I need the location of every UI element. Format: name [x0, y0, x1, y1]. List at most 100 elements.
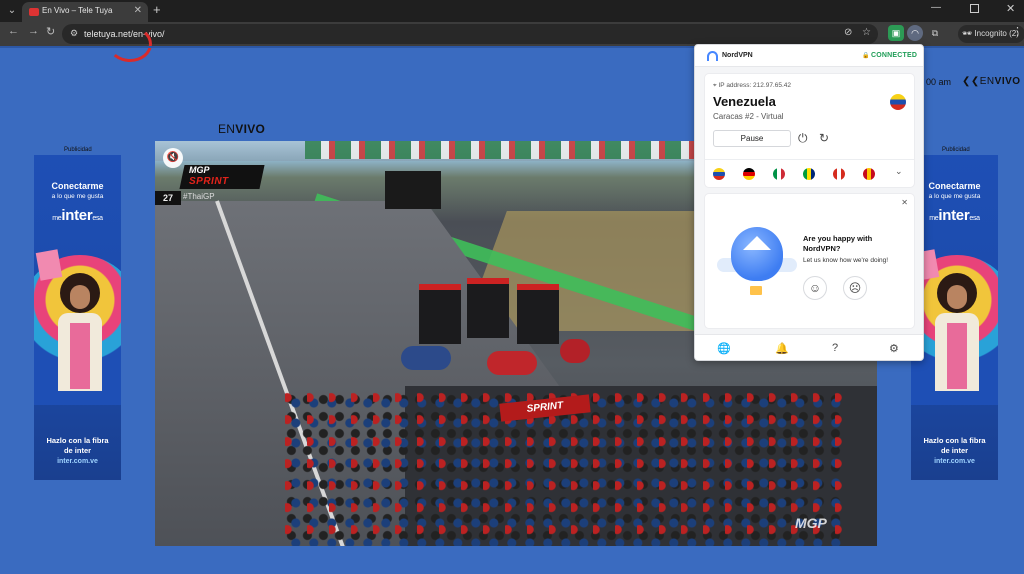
sad-face-icon[interactable]: ☹	[843, 276, 867, 300]
site-info-icon[interactable]: ⚙	[70, 28, 78, 39]
motogp-overlay-logo: MGP	[189, 165, 210, 175]
settings-icon[interactable]: ⚙	[889, 342, 899, 355]
mountain-illustration	[743, 236, 771, 250]
ad-brand-suffix: esa	[969, 215, 980, 222]
ad-brand: meinteresa	[34, 207, 121, 224]
tab-search-icon[interactable]: ⌄	[4, 3, 20, 19]
incognito-icon: 🕶	[962, 29, 973, 38]
window-maximize-icon[interactable]	[970, 4, 979, 13]
ad-note-graphic	[35, 249, 63, 281]
ad-subline: a lo que me gusta	[928, 193, 981, 200]
ad-person-shirt	[947, 323, 967, 389]
ad-caption-left: Publicidad	[64, 147, 92, 153]
ad-headline: Conectarme	[928, 181, 981, 191]
ad-brand-prefix: me	[52, 215, 62, 222]
tab-title: En Vivo – Tele Tuya	[42, 6, 113, 15]
ip-address: ⌖ IP address: 212.97.65.42	[713, 82, 791, 90]
browser-toolbar: ← → ↻ ⚙ teletuya.net/en-vivo/ ⊘ ☆ ▣ ◠ ⧉ …	[0, 22, 1024, 46]
close-icon[interactable]: ✕	[901, 198, 908, 207]
chevron-left-icon: ❮❮	[962, 76, 980, 87]
ad-brand: meinteresa	[911, 207, 998, 224]
ad-cta-line1: Hazlo con la fibra	[923, 436, 986, 445]
connected-server: Caracas #2 - Virtual	[713, 112, 784, 121]
video-scene-bike	[560, 339, 590, 363]
ad-cta-line2: de inter	[63, 446, 92, 455]
card-divider	[705, 159, 914, 160]
nordvpn-brand: NordVPN	[722, 52, 753, 59]
flag-brazil-icon[interactable]	[803, 168, 815, 180]
star-icon[interactable]: ☆	[862, 27, 871, 38]
connected-country: Venezuela	[713, 94, 776, 109]
flag-italy-icon[interactable]	[773, 168, 785, 180]
feedback-subtext: Let us know how we're doing!	[803, 257, 889, 264]
video-scene-podium	[517, 284, 559, 344]
window-close-icon[interactable]: ✕	[1006, 2, 1015, 15]
nav-active-indicator	[713, 360, 733, 361]
ad-brand-prefix: me	[929, 215, 939, 222]
flag-canada-icon[interactable]	[833, 168, 845, 180]
address-bar[interactable]: ⚙ teletuya.net/en-vivo/ ⊘ ☆	[62, 24, 878, 44]
video-scene-start-lights	[385, 171, 441, 209]
lock-icon: 🔒	[862, 53, 870, 59]
ad-subline: a lo que me gusta	[51, 193, 104, 200]
ad-banner-left[interactable]: Conectarme a lo que me gusta meinteresa …	[34, 155, 121, 480]
chevron-down-icon[interactable]: ⌄	[895, 166, 903, 177]
envivo-prefix: EN	[979, 76, 995, 87]
ad-brand-main: inter	[938, 207, 970, 224]
ad-cta-url[interactable]: inter.com.ve	[34, 458, 121, 465]
video-scene-bike	[401, 346, 451, 370]
tab-strip: ⌄ En Vivo – Tele Tuya ✕ + — ✕	[0, 0, 1024, 22]
site-logo[interactable]	[108, 26, 152, 62]
help-icon[interactable]: ?	[832, 342, 838, 354]
forward-icon[interactable]: →	[28, 25, 39, 37]
ad-headline: Conectarme	[51, 181, 104, 191]
ad-cta-line2: de inter	[940, 446, 969, 455]
mute-icon[interactable]: 🔇	[163, 148, 183, 168]
ad-cta-line1: Hazlo con la fibra	[46, 436, 109, 445]
ad-person-shirt	[70, 323, 90, 389]
tab-favicon-icon	[29, 8, 39, 16]
ad-brand-suffix: esa	[92, 215, 103, 222]
venezuela-flag-icon	[890, 94, 906, 110]
overlay-hashtag: #ThaiGP	[183, 192, 215, 201]
kebab-icon[interactable]: ⋮	[1012, 25, 1023, 38]
globe-icon[interactable]: 🌐	[717, 342, 731, 355]
tab-close-icon[interactable]: ✕	[134, 5, 142, 16]
connection-card: ⌖ IP address: 212.97.65.42 Venezuela Car…	[704, 73, 915, 188]
envivo-bold: VIVO	[994, 76, 1021, 87]
new-tab-icon[interactable]: +	[153, 2, 161, 17]
location-pin-icon: ⌖	[713, 82, 717, 89]
envivo-header-logo[interactable]: ❮❮ENVIVO	[962, 76, 1021, 87]
basket-illustration	[750, 286, 762, 295]
header-time: 00 am	[926, 77, 952, 87]
extension-icon[interactable]: ▣	[888, 25, 904, 41]
pause-button[interactable]: Pause	[713, 130, 791, 147]
video-scene-podium	[467, 278, 509, 338]
video-scene-podium	[419, 284, 461, 344]
ad-banner-right[interactable]: Conectarme a lo que me gusta meinteresa …	[911, 155, 998, 480]
nordvpn-popup: NordVPN 🔒 CONNECTED ⌖ IP address: 212.97…	[694, 44, 924, 361]
ad-cta-url[interactable]: inter.com.ve	[911, 458, 998, 465]
refresh-icon[interactable]: ↻	[819, 131, 829, 145]
ad-caption-right: Publicidad	[942, 147, 970, 153]
happy-face-icon[interactable]: ☺	[803, 276, 827, 300]
flag-spain-icon[interactable]	[863, 168, 875, 180]
overlay-number: 27	[155, 191, 181, 205]
window-minimize-icon[interactable]: —	[931, 2, 941, 13]
heading-prefix: EN	[218, 122, 236, 136]
power-icon[interactable]: ⏻	[798, 131, 808, 146]
eye-off-icon[interactable]: ⊘	[844, 27, 852, 38]
nordvpn-bottom-nav: 🌐 🔔 ? ⚙	[695, 334, 923, 361]
nordvpn-header: NordVPN 🔒 CONNECTED	[695, 45, 923, 67]
browser-tab-active[interactable]: En Vivo – Tele Tuya ✕	[22, 2, 148, 22]
nordvpn-extension-icon[interactable]: ◠	[907, 25, 923, 41]
flag-venezuela-icon[interactable]	[713, 168, 725, 180]
ip-address-text: IP address: 212.97.65.42	[718, 82, 792, 89]
bell-icon[interactable]: 🔔	[775, 342, 789, 355]
flag-germany-icon[interactable]	[743, 168, 755, 180]
feedback-card: ✕ Are you happy with NordVPN? Let us kno…	[704, 193, 915, 329]
back-icon[interactable]: ←	[8, 25, 19, 37]
puzzle-icon[interactable]: ⧉	[927, 25, 943, 41]
reload-icon[interactable]: ↻	[46, 25, 55, 38]
connection-status: CONNECTED	[871, 52, 918, 59]
